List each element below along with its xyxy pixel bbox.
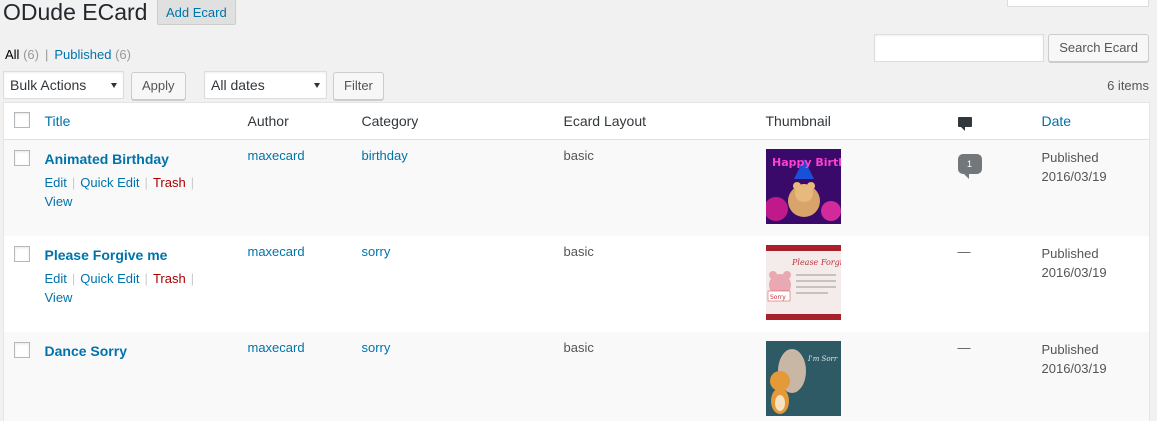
chevron-down-icon xyxy=(111,83,117,88)
author-link[interactable]: maxecard xyxy=(248,340,305,355)
comment-count: — xyxy=(957,339,971,355)
sorry-card-thumbnail[interactable]: Please Forgive M Sorry xyxy=(765,244,841,320)
row-title-link[interactable]: Please Forgive me xyxy=(45,247,232,263)
layout-column-header: Ecard Layout xyxy=(555,102,758,140)
author-link[interactable]: maxecard xyxy=(248,244,305,259)
row-checkbox[interactable] xyxy=(14,150,30,166)
layout-cell: basic xyxy=(563,243,594,259)
select-all-checkbox[interactable] xyxy=(14,111,30,128)
edit-link[interactable]: Edit xyxy=(45,175,67,190)
view-link[interactable]: View xyxy=(45,290,73,305)
post-date: 2016/03/19 xyxy=(1041,360,1107,376)
post-status: Published xyxy=(1041,150,1099,165)
ecards-table: Title Author Category Ecard Layout Thumb… xyxy=(3,102,1150,421)
edit-link[interactable]: Edit xyxy=(45,271,67,286)
chevron-down-icon xyxy=(314,83,320,88)
items-count: 6 items xyxy=(1107,78,1149,93)
row-checkbox[interactable] xyxy=(14,341,30,358)
page-title: ODude ECard xyxy=(3,0,148,25)
thumbnail-caption: Happy Birthday xyxy=(772,156,841,169)
post-date: 2016/03/19 xyxy=(1041,264,1107,280)
row-title-link[interactable]: Animated Birthday xyxy=(45,151,232,167)
status-views: All (6) | Published (6) xyxy=(5,47,131,62)
layout-cell: basic xyxy=(563,148,594,163)
sort-title-link[interactable]: Title xyxy=(45,113,71,129)
table-row: Please Forgive me Edit | Quick Edit | Trash |… xyxy=(4,236,1150,332)
trash-link[interactable]: Trash xyxy=(153,175,186,190)
dance-sorry-thumbnail[interactable]: I'm Sorr xyxy=(765,340,841,416)
table-row: Animated Birthday Edit | Quick Edit | Trash |… xyxy=(3,139,1150,236)
row-actions: Edit | Quick Edit | Trash | View xyxy=(44,270,195,305)
author-link[interactable]: maxecard xyxy=(248,148,305,163)
comment-count: — xyxy=(957,243,971,259)
filter-button[interactable]: Filter xyxy=(333,72,384,100)
sort-date-link[interactable]: Date xyxy=(1042,113,1072,129)
search-box: Search Ecard xyxy=(874,34,1149,62)
thumbnail-column-header: Thumbnail xyxy=(757,102,950,140)
birthday-card-thumbnail[interactable]: Happy Birthday xyxy=(765,149,841,224)
screen-options-tab[interactable] xyxy=(1007,0,1149,7)
view-published-link[interactable]: Published (6) xyxy=(54,47,131,62)
dates-select[interactable]: All dates xyxy=(204,71,327,99)
dates-value: All dates xyxy=(211,77,265,93)
category-link[interactable]: birthday xyxy=(362,148,408,163)
post-status: Published xyxy=(1041,341,1099,357)
add-ecard-button[interactable]: Add Ecard xyxy=(157,0,236,25)
layout-cell: basic xyxy=(563,339,594,355)
view-link[interactable]: View xyxy=(45,194,73,209)
post-date: 2016/03/19 xyxy=(1041,169,1107,184)
category-column-header: Category xyxy=(353,102,556,140)
thumbnail-badge: Sorry xyxy=(770,294,786,301)
bulk-actions-value: Bulk Actions xyxy=(10,77,87,93)
apply-button[interactable]: Apply xyxy=(131,72,186,100)
author-column-header: Author xyxy=(239,102,354,140)
search-input[interactable] xyxy=(874,34,1045,62)
comment-icon xyxy=(957,117,972,131)
bulk-actions-select[interactable]: Bulk Actions xyxy=(3,71,124,99)
row-actions: Edit | Quick Edit | Trash | View xyxy=(44,175,195,209)
quick-edit-link[interactable]: Quick Edit xyxy=(80,175,139,190)
row-checkbox[interactable] xyxy=(14,245,30,262)
category-link[interactable]: sorry xyxy=(362,244,391,259)
comment-count-badge[interactable]: 1 xyxy=(957,154,982,179)
table-row: Dance Sorry maxecard sorry basic I'm Sor… xyxy=(3,331,1150,421)
thumbnail-caption: I'm Sorr xyxy=(807,355,838,363)
search-ecard-button[interactable]: Search Ecard xyxy=(1048,34,1149,62)
view-all-link[interactable]: All (6) xyxy=(5,47,39,62)
post-status: Published xyxy=(1041,245,1099,261)
thumbnail-caption: Please Forgive M xyxy=(791,258,841,267)
quick-edit-link[interactable]: Quick Edit xyxy=(80,271,139,286)
trash-link[interactable]: Trash xyxy=(153,271,186,286)
row-title-link[interactable]: Dance Sorry xyxy=(45,343,232,359)
category-link[interactable]: sorry xyxy=(362,340,391,355)
table-header-row: Title Author Category Ecard Layout Thumb… xyxy=(3,102,1150,140)
